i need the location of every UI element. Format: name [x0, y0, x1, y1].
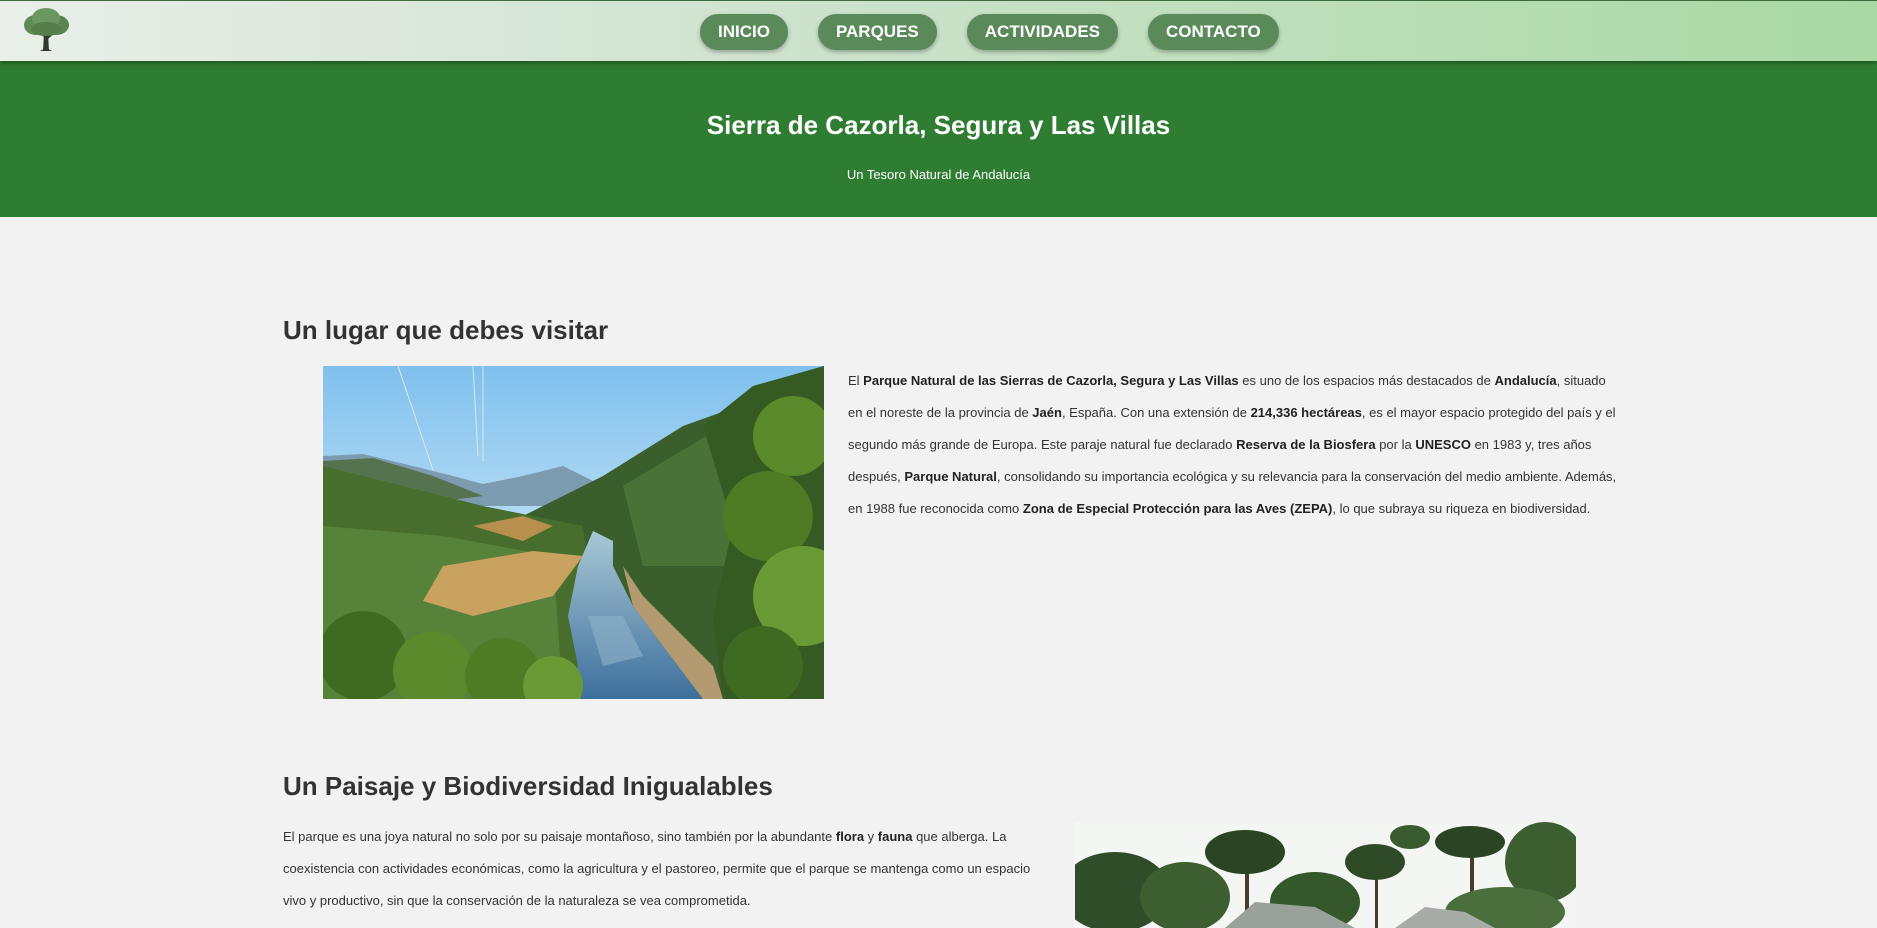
intro-paragraph: El Parque Natural de las Sierras de Cazo…	[848, 373, 1617, 516]
biodiversity-paragraph: El parque es una joya natural no solo po…	[283, 829, 1031, 908]
nav-parques-button[interactable]: PARQUES	[817, 14, 937, 50]
hero-subtitle: Un Tesoro Natural de Andalucía	[846, 167, 1031, 182]
nav-inicio-button[interactable]: INICIO	[700, 14, 788, 50]
nav-contacto-button[interactable]: CONTACTO	[1148, 14, 1279, 50]
river-valley-photo	[323, 366, 824, 699]
hero-banner: Sierra de Cazorla, Segura y Las Villas U…	[0, 61, 1877, 217]
section-title-biodiversity: Un Paisaje y Biodiversidad Inigualables	[283, 771, 773, 801]
main-menu: INICIO PARQUES ACTIVIDADES CONTACTO	[700, 14, 1279, 50]
nav-actividades-button[interactable]: ACTIVIDADES	[966, 14, 1118, 50]
section-title-visit: Un lugar que debes visitar	[283, 315, 609, 345]
pine-forest-photo	[1075, 822, 1576, 928]
top-navigation-bar: INICIO PARQUES ACTIVIDADES CONTACTO	[0, 0, 1877, 61]
tree-icon[interactable]	[20, 7, 72, 53]
hero-title: Sierra de Cazorla, Segura y Las Villas	[706, 110, 1171, 140]
